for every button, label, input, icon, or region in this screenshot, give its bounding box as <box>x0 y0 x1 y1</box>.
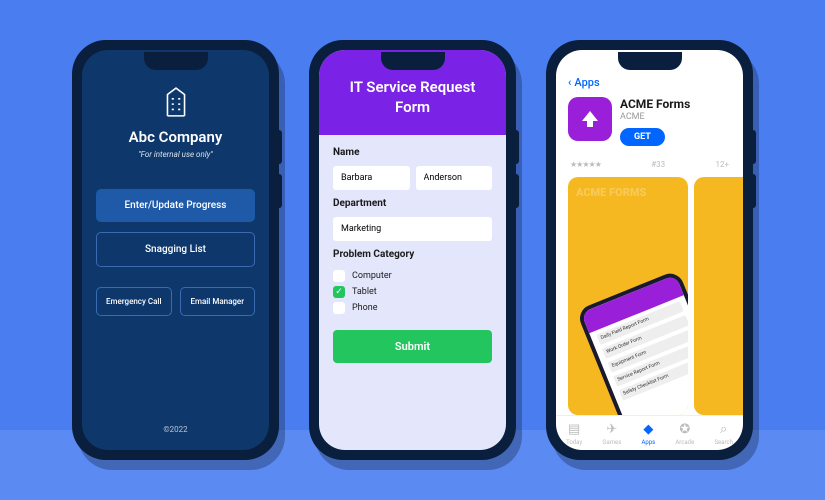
company-title: Abc Company <box>129 128 223 146</box>
checkbox-icon <box>333 302 345 314</box>
app-icon <box>568 97 612 141</box>
checkbox-icon: ✓ <box>333 286 345 298</box>
option-computer[interactable]: Computer <box>333 268 492 284</box>
rating-stars: ★★★★★ <box>570 160 601 169</box>
submit-button[interactable]: Submit <box>333 330 492 363</box>
tab-arcade[interactable]: ✪Arcade <box>675 422 694 446</box>
phone-it-form: IT Service Request Form Name Department … <box>309 40 516 460</box>
phone-app-store: ‹ Apps ACME Forms ACME GET ★★★★★ #33 12+… <box>546 40 753 460</box>
last-name-field[interactable] <box>416 166 493 190</box>
today-icon: ▤ <box>568 422 580 437</box>
screenshot-1[interactable]: ACME FORMS Daily Field Report FormWork O… <box>568 177 688 415</box>
department-field[interactable] <box>333 217 492 241</box>
department-label: Department <box>333 198 492 209</box>
back-link[interactable]: ‹ Apps <box>556 50 743 97</box>
games-icon: ✈ <box>606 422 617 437</box>
option-tablet[interactable]: ✓Tablet <box>333 284 492 300</box>
screenshot-2[interactable] <box>694 177 743 415</box>
age-rating: 12+ <box>715 160 729 169</box>
form-title: IT Service Request Form <box>319 50 506 135</box>
phone-company-app: Abc Company "For internal use only" Ente… <box>72 40 279 460</box>
building-icon <box>163 86 189 118</box>
emergency-call-button[interactable]: Emergency Call <box>96 287 172 316</box>
search-icon: ⌕ <box>720 422 727 437</box>
tab-games[interactable]: ✈Games <box>602 422 621 446</box>
apps-icon: ◆ <box>643 422 653 437</box>
email-manager-button[interactable]: Email Manager <box>180 287 256 316</box>
enter-progress-button[interactable]: Enter/Update Progress <box>96 189 255 222</box>
chevron-left-icon: ‹ <box>568 76 571 89</box>
app-name: ACME Forms <box>620 97 731 111</box>
problem-category-label: Problem Category <box>333 249 492 260</box>
publisher: ACME <box>620 112 731 122</box>
tab-apps[interactable]: ◆Apps <box>641 422 655 446</box>
copyright: ©2022 <box>163 425 187 440</box>
mini-phone-preview: Daily Field Report FormWork Order FormEq… <box>576 269 688 415</box>
company-tagline: "For internal use only" <box>138 150 213 159</box>
option-phone[interactable]: Phone <box>333 300 492 316</box>
checkbox-icon <box>333 270 345 282</box>
tab-search[interactable]: ⌕Search <box>714 422 732 446</box>
tab-today[interactable]: ▤Today <box>566 422 582 446</box>
name-label: Name <box>333 147 492 158</box>
rank: #33 <box>651 160 665 169</box>
first-name-field[interactable] <box>333 166 410 190</box>
get-button[interactable]: GET <box>620 128 665 146</box>
arcade-icon: ✪ <box>679 422 690 437</box>
snagging-list-button[interactable]: Snagging List <box>96 232 255 267</box>
